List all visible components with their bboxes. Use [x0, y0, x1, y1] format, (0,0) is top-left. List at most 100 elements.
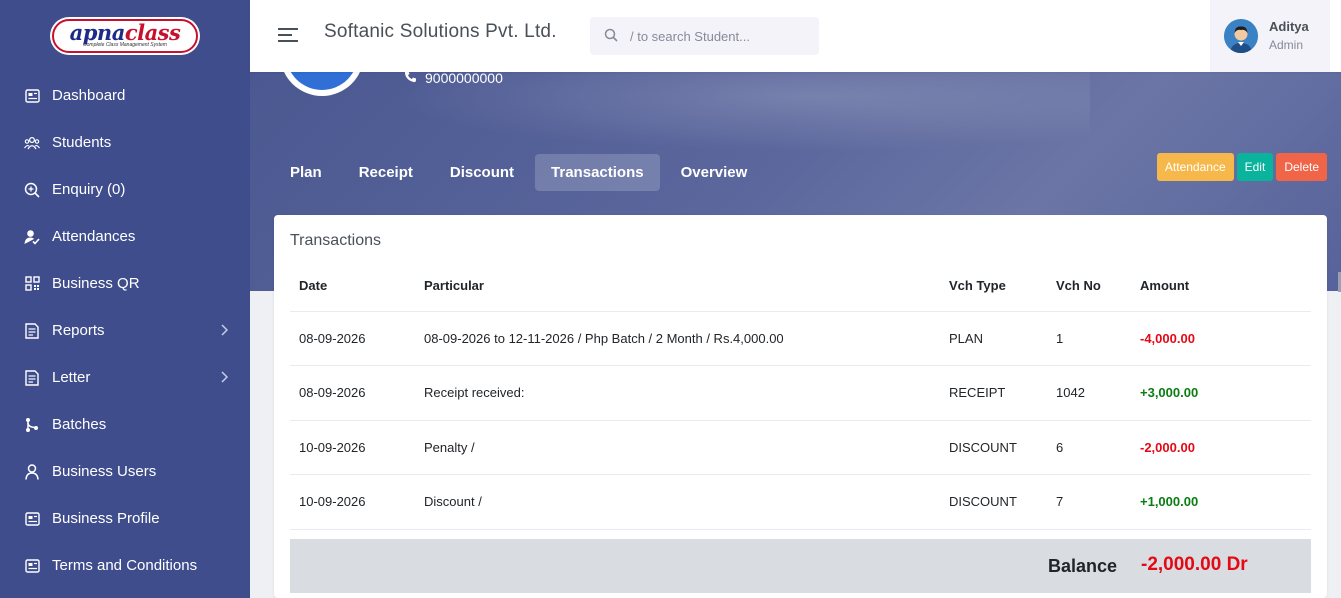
search-plus-icon: [24, 182, 40, 198]
transactions-card: Transactions Date Particular Vch Type Vc…: [274, 215, 1327, 598]
table-header-row: Date Particular Vch Type Vch No Amount: [290, 261, 1311, 312]
sidebar-item-label: Dashboard: [52, 87, 126, 104]
sidebar-item-batches[interactable]: Batches: [0, 401, 250, 448]
cell-particular: Discount /: [415, 474, 940, 530]
topbar: Softanic Solutions Pvt. Ltd. Aditya Admi…: [250, 0, 1341, 72]
sidebar-item-business-qr[interactable]: Business QR: [0, 260, 250, 307]
sidebar-item-dashboard[interactable]: Dashboard: [0, 72, 250, 119]
card-title: Transactions: [290, 232, 381, 249]
column-header-amount: Amount: [1131, 261, 1311, 312]
chevron-right-icon: [221, 323, 229, 340]
sidebar-item-label: Business Users: [52, 463, 157, 480]
cell-vch-no: 7: [1047, 474, 1131, 530]
table-row: 08-09-2026 Receipt received: RECEIPT 104…: [290, 365, 1311, 421]
tab-overview[interactable]: Overview: [665, 154, 764, 191]
apnaclass-logo[interactable]: apnaclass Complete Class Management Syst…: [52, 19, 198, 53]
phone-icon: [404, 72, 417, 86]
chevron-right-icon: [221, 370, 229, 387]
sidebar-item-label: Students: [52, 134, 112, 151]
tab-receipt[interactable]: Receipt: [343, 154, 429, 191]
users-icon: [24, 135, 40, 151]
sidebar-item-label: Enquiry (0): [52, 181, 126, 198]
cell-date: 10-09-2026: [290, 474, 415, 530]
cell-vch-type: DISCOUNT: [940, 474, 1047, 530]
cell-date: 08-09-2026: [290, 311, 415, 366]
column-header-vch-no: Vch No: [1047, 261, 1131, 312]
logo-tagline: Complete Class Management System: [83, 42, 167, 48]
user-name: Aditya: [1269, 19, 1309, 34]
cell-vch-type: RECEIPT: [940, 365, 1047, 421]
terms-icon: [24, 558, 40, 574]
search-icon: [604, 28, 618, 47]
sidebar-item-label: Attendances: [52, 228, 136, 245]
qr-icon: [24, 276, 40, 292]
user-check-icon: [24, 229, 40, 245]
dashboard-icon: [24, 88, 40, 104]
cell-vch-type: PLAN: [940, 311, 1047, 366]
tab-plan[interactable]: Plan: [274, 154, 338, 191]
tab-discount[interactable]: Discount: [434, 154, 530, 191]
cell-particular: Receipt received:: [415, 365, 940, 421]
sidebar-item-label: Reports: [52, 322, 105, 339]
balance-label: Balance: [1048, 556, 1118, 576]
cell-vch-no: 1: [1047, 311, 1131, 366]
report-icon: [24, 322, 40, 339]
cell-amount: +3,000.00: [1131, 365, 1311, 421]
sidebar-item-students[interactable]: Students: [0, 119, 250, 166]
table-row: 10-09-2026 Discount / DISCOUNT 7 +1,000.…: [290, 474, 1311, 530]
cell-vch-no: 1042: [1047, 365, 1131, 421]
sidebar-item-label: Terms and Conditions: [52, 557, 198, 574]
sidebar-item-terms[interactable]: Terms and Conditions: [0, 542, 250, 589]
sidebar-item-enquiry[interactable]: Enquiry (0): [0, 166, 250, 213]
cell-particular: Penalty /: [415, 420, 940, 475]
table-row: 10-09-2026 Penalty / DISCOUNT 6 -2,000.0…: [290, 420, 1311, 475]
balance-value: -2,000.00 Dr: [1141, 554, 1248, 575]
sidebar-item-attendances[interactable]: Attendances: [0, 213, 250, 260]
sidebar: apnaclass Complete Class Management Syst…: [0, 0, 250, 598]
edit-button[interactable]: Edit: [1236, 153, 1274, 181]
table-row: 08-09-2026 08-09-2026 to 12-11-2026 / Ph…: [290, 311, 1311, 366]
phone-number: 9000000000: [425, 72, 503, 86]
sidebar-item-label: Business QR: [52, 275, 140, 292]
transactions-table: Date Particular Vch Type Vch No Amount 0…: [290, 261, 1311, 530]
attendance-button[interactable]: Attendance: [1156, 153, 1234, 181]
search-input[interactable]: [630, 26, 810, 46]
user-icon: [24, 463, 40, 480]
profile-actions: Attendance Edit Delete: [1154, 153, 1327, 181]
sidebar-item-label: Letter: [52, 369, 91, 386]
cell-date: 08-09-2026: [290, 365, 415, 421]
cell-vch-no: 6: [1047, 420, 1131, 475]
cell-date: 10-09-2026: [290, 420, 415, 475]
git-branch-icon: [24, 417, 40, 433]
cell-vch-type: DISCOUNT: [940, 420, 1047, 475]
profile-icon: [24, 511, 40, 527]
sidebar-item-label: Business Profile: [52, 510, 160, 527]
profile-tabs: Plan Receipt Discount Transactions Overv…: [274, 154, 768, 191]
tab-transactions[interactable]: Transactions: [535, 154, 660, 191]
delete-button[interactable]: Delete: [1276, 153, 1327, 181]
search-box: [590, 17, 819, 55]
logo-text: apnaclass: [69, 20, 181, 45]
profile-phone: 9000000000: [404, 72, 503, 86]
hamburger-menu-icon[interactable]: [278, 27, 298, 43]
avatar: [1224, 19, 1258, 53]
cell-amount: -4,000.00: [1131, 311, 1311, 366]
column-header-particular: Particular: [415, 261, 940, 312]
sidebar-nav: Dashboard Students Enquiry (0) Attendanc…: [0, 72, 250, 589]
company-name: Softanic Solutions Pvt. Ltd.: [324, 21, 557, 42]
sidebar-item-business-profile[interactable]: Business Profile: [0, 495, 250, 542]
cell-amount: -2,000.00: [1131, 420, 1311, 475]
logo-wrap: apnaclass Complete Class Management Syst…: [0, 0, 250, 72]
sidebar-item-letter[interactable]: Letter: [0, 354, 250, 401]
sidebar-item-reports[interactable]: Reports: [0, 307, 250, 354]
sidebar-item-business-users[interactable]: Business Users: [0, 448, 250, 495]
user-role: Admin: [1269, 38, 1304, 52]
cell-particular: 08-09-2026 to 12-11-2026 / Php Batch / 2…: [415, 311, 940, 366]
cell-amount: +1,000.00: [1131, 474, 1311, 530]
sidebar-item-label: Batches: [52, 416, 107, 433]
column-header-vch-type: Vch Type: [940, 261, 1047, 312]
user-menu[interactable]: Aditya Admin: [1210, 0, 1330, 72]
column-header-date: Date: [290, 261, 415, 312]
balance-row: Balance -2,000.00 Dr: [290, 539, 1311, 593]
letter-icon: [24, 369, 40, 386]
